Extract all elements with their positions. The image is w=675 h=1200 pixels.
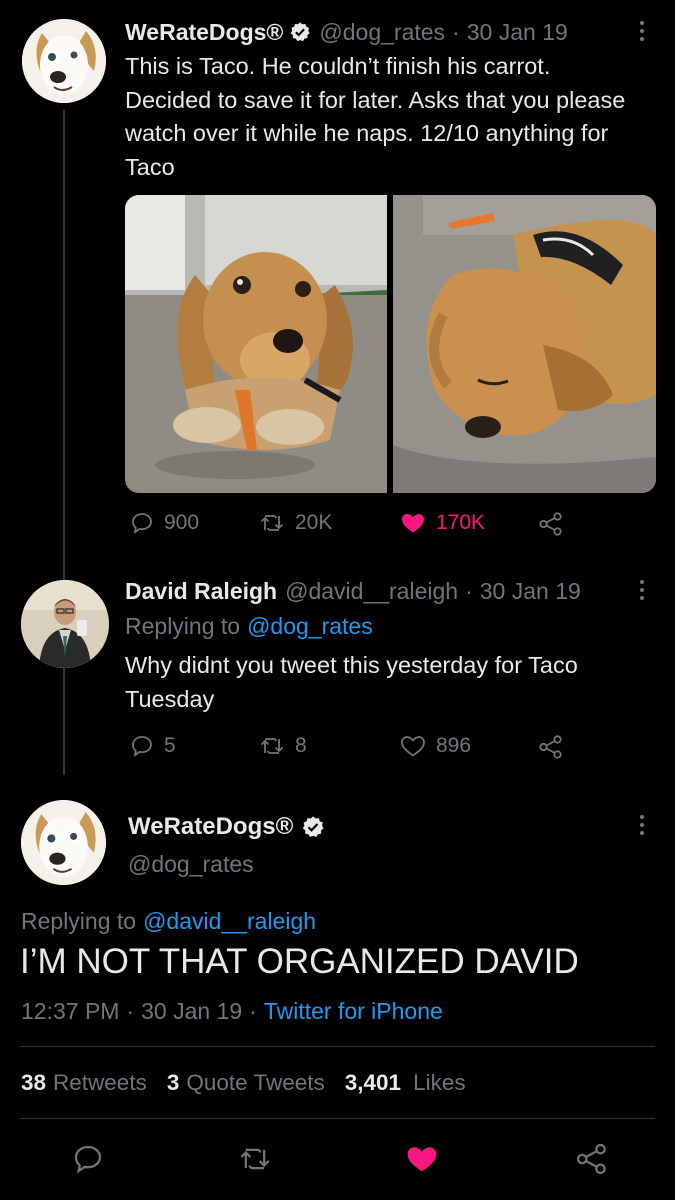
tweet1-text: This is Taco. He couldn’t finish his car… xyxy=(125,53,626,180)
main-name-row: WeRateDogs® xyxy=(128,810,325,844)
more-options-icon[interactable] xyxy=(639,580,645,604)
retweet-button-main[interactable] xyxy=(238,1143,272,1180)
more-options-icon[interactable] xyxy=(639,21,645,45)
like-button[interactable]: 896 xyxy=(400,734,471,758)
tweet2-replying-to: Replying to @dog_rates xyxy=(125,610,373,642)
tweet1-date[interactable]: 30 Jan 19 xyxy=(467,19,568,46)
retweet-icon xyxy=(260,738,284,754)
reply-count: 900 xyxy=(164,511,200,534)
retweet-button[interactable]: 20K xyxy=(259,511,332,535)
tweet2-header: David Raleigh @david__raleigh · 30 Jan 1… xyxy=(125,575,581,607)
thread-line xyxy=(63,110,65,775)
replying-to-label: Replying to xyxy=(21,907,137,934)
main-display-name[interactable]: WeRateDogs® xyxy=(128,813,293,841)
share-button-main[interactable] xyxy=(575,1142,609,1181)
main-date[interactable]: 30 Jan 19 xyxy=(141,998,242,1025)
main-tweet-text: I’M NOT THAT ORGANIZED DAVID xyxy=(20,942,579,981)
replying-to-handle-link[interactable]: @dog_rates xyxy=(247,613,373,640)
verified-badge-icon xyxy=(303,816,324,837)
separator-dot: · xyxy=(465,577,473,604)
main-time[interactable]: 12:37 PM xyxy=(21,998,119,1025)
heart-filled-icon xyxy=(402,514,424,533)
reply-icon xyxy=(132,513,152,534)
main-handle[interactable]: @dog_rates xyxy=(128,848,254,880)
share-button[interactable] xyxy=(538,511,564,537)
likes-stat[interactable]: 3,401 Likes xyxy=(345,1070,466,1096)
heart-filled-icon xyxy=(407,1147,437,1172)
retweets-label: Retweets xyxy=(53,1070,147,1095)
like-count: 896 xyxy=(436,734,472,757)
quote-tweets-stat[interactable]: 3 Quote Tweets xyxy=(167,1070,325,1096)
more-options-icon[interactable] xyxy=(639,815,645,839)
avatar-weratedogs[interactable] xyxy=(22,19,106,103)
retweet-button[interactable]: 8 xyxy=(259,734,307,758)
separator-dot: · xyxy=(249,997,257,1024)
reply-icon xyxy=(132,736,152,757)
share-icon xyxy=(539,512,562,536)
reply-icon xyxy=(74,1145,102,1174)
tweet2-text: Why didnt you tweet this yesterday for T… xyxy=(125,652,578,712)
retweets-stat[interactable]: 38 Retweets xyxy=(21,1070,147,1096)
retweet-count: 20K xyxy=(295,511,333,534)
reply-count: 5 xyxy=(164,734,176,757)
puppy-with-carrot-image[interactable] xyxy=(125,195,387,493)
person-avatar-image xyxy=(21,580,109,668)
reply-button[interactable]: 5 xyxy=(130,734,176,758)
heart-outline-icon xyxy=(401,736,425,757)
like-count: 170K xyxy=(436,511,486,534)
avatar-david-raleigh[interactable] xyxy=(21,580,109,668)
tweet2-handle[interactable]: @david__raleigh xyxy=(285,578,458,605)
verified-badge-icon xyxy=(291,22,311,42)
puppy-sleeping-image[interactable] xyxy=(393,195,656,493)
main-timestamp-row: 12:37 PM · 30 Jan 19 · Twitter for iPhon… xyxy=(21,995,443,1027)
main-replying-to: Replying to @david__raleigh xyxy=(21,905,316,937)
like-button-main[interactable] xyxy=(405,1143,439,1180)
retweet-icon xyxy=(260,515,284,531)
likes-count: 3,401 xyxy=(344,1070,402,1095)
divider xyxy=(20,1046,655,1047)
tweet1-media[interactable] xyxy=(125,195,656,493)
tweet1-display-name[interactable]: WeRateDogs® xyxy=(125,19,283,46)
like-button[interactable]: 170K xyxy=(400,511,485,535)
dog-avatar-image xyxy=(21,800,106,885)
tweet1-handle[interactable]: @dog_rates xyxy=(319,19,445,46)
main-stats-row: 38 Retweets 3 Quote Tweets 3,401 Likes xyxy=(21,1067,466,1099)
divider xyxy=(20,1118,655,1119)
tweet1-header: WeRateDogs® @dog_rates · 30 Jan 19 xyxy=(125,16,568,48)
dog-avatar-image xyxy=(22,19,106,103)
quote-tweets-label: Quote Tweets xyxy=(186,1070,325,1095)
tweet2-date[interactable]: 30 Jan 19 xyxy=(480,578,581,605)
share-icon xyxy=(539,735,562,759)
likes-label: Likes xyxy=(413,1070,466,1095)
separator-dot: · xyxy=(126,997,135,1024)
tweet2-display-name[interactable]: David Raleigh xyxy=(125,578,277,605)
share-button[interactable] xyxy=(538,734,564,760)
avatar-weratedogs-main[interactable] xyxy=(21,800,106,885)
separator-dot: · xyxy=(452,18,460,45)
retweet-count: 8 xyxy=(295,734,307,757)
replying-to-label: Replying to xyxy=(125,612,241,639)
reply-button[interactable]: 900 xyxy=(130,511,199,535)
retweets-count: 38 xyxy=(21,1070,47,1095)
quote-tweets-count: 3 xyxy=(166,1070,180,1095)
retweet-icon xyxy=(240,1148,270,1170)
tweet-source-link[interactable]: Twitter for iPhone xyxy=(264,998,443,1025)
replying-to-handle-link[interactable]: @david__raleigh xyxy=(143,908,316,935)
share-icon xyxy=(576,1143,606,1175)
reply-button-main[interactable] xyxy=(72,1143,104,1180)
